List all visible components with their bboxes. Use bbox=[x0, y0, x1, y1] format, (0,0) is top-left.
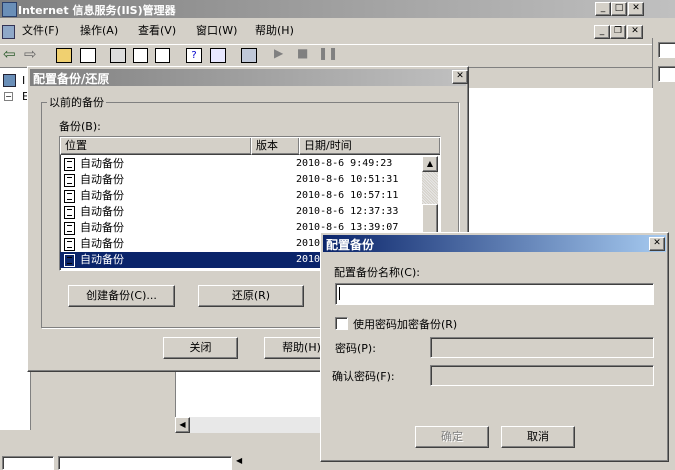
menu-view[interactable]: 查看(V) bbox=[138, 21, 176, 41]
main-title-bar: Internet 信息服务(IIS)管理器 bbox=[0, 0, 675, 18]
create-backup-button[interactable]: 创建备份(C)... bbox=[68, 285, 175, 307]
confirm-password-label: 确认密码(F): bbox=[332, 370, 395, 383]
child-restore-button[interactable]: ❐ bbox=[610, 25, 626, 39]
scroll-up-button[interactable]: ▲ bbox=[422, 156, 438, 172]
password-label: 密码(P): bbox=[335, 342, 376, 355]
backup-name-label: 配置备份名称(C): bbox=[334, 266, 420, 279]
ok-button[interactable]: 确定 bbox=[415, 426, 489, 448]
horizontal-scrollbar[interactable]: ◀ bbox=[175, 417, 323, 433]
menu-help[interactable]: 帮助(H) bbox=[255, 21, 294, 41]
toolbar: ⇦ ⇨ ? ▶ ■ ❚❚ bbox=[0, 44, 652, 68]
backup-dialog-title: 配置备份/还原 bbox=[33, 72, 110, 86]
main-title-text: Internet 信息服务(IIS)管理器 bbox=[18, 4, 176, 17]
close-button[interactable]: 关闭 bbox=[163, 337, 238, 359]
minimize-button[interactable]: _ bbox=[595, 2, 611, 16]
restore-button[interactable]: 还原(R) bbox=[198, 285, 304, 307]
export-list-icon[interactable] bbox=[155, 48, 170, 63]
password-input[interactable] bbox=[430, 337, 654, 358]
encrypt-checkbox-label[interactable]: 使用密码加密备份(R) bbox=[353, 316, 457, 332]
stop-icon[interactable]: ■ bbox=[297, 46, 308, 60]
text-caret bbox=[339, 287, 340, 300]
backup-dialog-title-bar: 配置备份/还原 bbox=[30, 69, 466, 86]
cancel-button[interactable]: 取消 bbox=[501, 426, 575, 448]
file-icon bbox=[64, 254, 75, 267]
file-icon bbox=[64, 238, 75, 251]
tree-item-fragment: I bbox=[22, 74, 26, 87]
menu-window[interactable]: 窗口(W) bbox=[196, 21, 237, 41]
play-icon[interactable]: ▶ bbox=[274, 46, 283, 60]
child-close-button[interactable]: ✕ bbox=[627, 25, 643, 39]
doc-icon bbox=[2, 25, 15, 39]
computer-icon[interactable] bbox=[241, 48, 257, 63]
backup-list-label: 备份(B): bbox=[59, 120, 101, 133]
list-item[interactable]: 自动备份 2010-8-6 12:37:33 bbox=[60, 204, 418, 220]
tree-expand-icon[interactable]: − bbox=[4, 92, 13, 101]
config-backup-dialog: 配置备份 ✕ 配置备份名称(C): 使用密码加密备份(R) 密码(P): 确认密… bbox=[320, 232, 669, 462]
content-pane bbox=[468, 88, 653, 233]
back-arrow-icon[interactable]: ⇦ bbox=[3, 45, 16, 63]
config-dialog-title: 配置备份 bbox=[326, 238, 375, 252]
menu-file[interactable]: 文件(F) bbox=[22, 21, 59, 41]
properties-icon[interactable] bbox=[110, 48, 126, 63]
child-minimize-button[interactable]: _ bbox=[594, 25, 610, 39]
side-window-control bbox=[658, 42, 675, 58]
status-cell-2 bbox=[58, 456, 232, 470]
maximize-button[interactable]: □ bbox=[611, 2, 627, 16]
confirm-password-input[interactable] bbox=[430, 365, 654, 386]
iis-app-icon bbox=[2, 2, 17, 17]
file-icon bbox=[64, 206, 75, 219]
pause-icon[interactable]: ❚❚ bbox=[318, 46, 338, 60]
list-header: 位置 版本 日期/时间 bbox=[60, 137, 440, 155]
menu-bar: 文件(F) 操作(A) 查看(V) 窗口(W) 帮助(H) _ ❐ ✕ bbox=[0, 21, 675, 43]
backup-name-input[interactable] bbox=[335, 283, 654, 305]
show-tree-icon[interactable] bbox=[80, 48, 96, 63]
close-window-button[interactable]: ✕ bbox=[628, 2, 644, 16]
file-icon bbox=[64, 174, 75, 187]
side-window-control-2 bbox=[658, 66, 675, 82]
side-window-fragment bbox=[652, 38, 675, 128]
backup-dialog-close-button[interactable]: ✕ bbox=[452, 70, 468, 84]
forward-arrow-icon[interactable]: ⇨ bbox=[24, 45, 37, 63]
previous-backups-label: 以前的备份 bbox=[47, 94, 106, 110]
list-item[interactable]: 自动备份 2010-8-6 10:57:11 bbox=[60, 188, 418, 204]
menu-action[interactable]: 操作(A) bbox=[80, 21, 118, 41]
scroll-left-button[interactable]: ◀ bbox=[175, 417, 190, 433]
mmc-icon[interactable] bbox=[210, 48, 226, 63]
config-dialog-title-bar: 配置备份 bbox=[323, 235, 666, 252]
encrypt-checkbox[interactable] bbox=[335, 317, 348, 330]
help-icon[interactable]: ? bbox=[186, 48, 202, 63]
config-dialog-close-button[interactable]: ✕ bbox=[649, 237, 665, 251]
column-header-datetime[interactable]: 日期/时间 bbox=[299, 137, 440, 155]
refresh-icon[interactable] bbox=[133, 48, 148, 63]
file-icon bbox=[64, 222, 75, 235]
list-item[interactable]: 自动备份 2010-8-6 10:51:31 bbox=[60, 172, 418, 188]
up-folder-icon[interactable] bbox=[56, 48, 72, 63]
file-icon bbox=[64, 158, 75, 171]
file-icon bbox=[64, 190, 75, 203]
tree-root-icon bbox=[3, 74, 16, 87]
status-scroll-left[interactable]: ◀ bbox=[236, 456, 242, 465]
column-header-location[interactable]: 位置 bbox=[60, 137, 252, 155]
column-header-version[interactable]: 版本 bbox=[251, 137, 300, 155]
list-item[interactable]: 自动备份 2010-8-6 9:49:23 bbox=[60, 156, 418, 172]
status-cell-1 bbox=[2, 456, 54, 470]
